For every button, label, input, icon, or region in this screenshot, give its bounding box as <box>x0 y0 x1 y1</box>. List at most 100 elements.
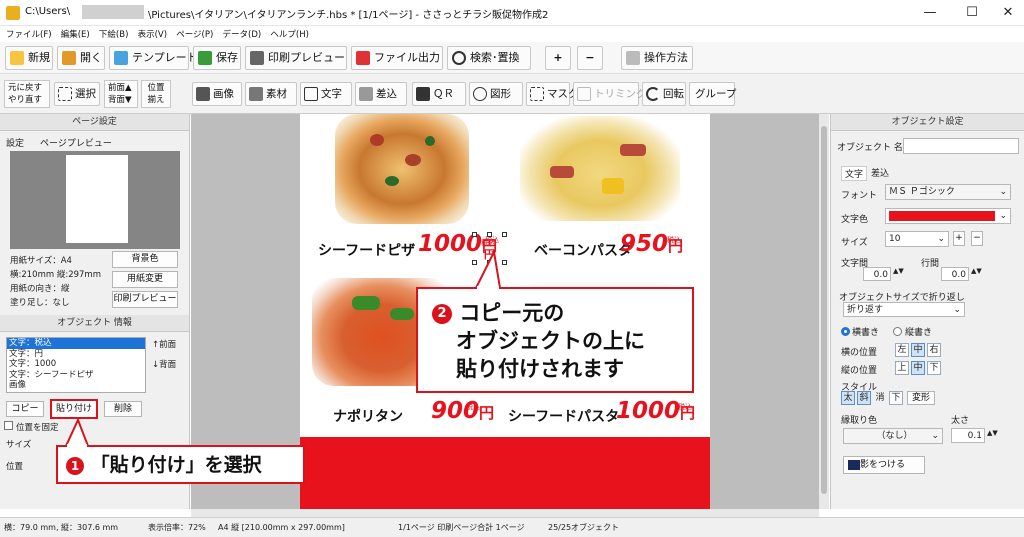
thickness-input[interactable]: 0.1 <box>951 428 985 443</box>
zoom-in-button[interactable]: + <box>545 46 571 70</box>
item1-name[interactable]: シーフードピザ <box>318 240 415 260</box>
menu-view[interactable]: 表示(V) <box>132 26 167 40</box>
underline-toggle[interactable]: 下 <box>889 391 903 405</box>
char-spacing-stepper[interactable]: ▲▼ <box>893 267 904 275</box>
strike-toggle[interactable]: 消 <box>873 391 887 405</box>
send-back-label[interactable]: 背面▼ <box>108 94 134 106</box>
line-spacing-input[interactable]: 0.0 <box>941 267 969 281</box>
menu-data[interactable]: データ(D) <box>217 26 262 40</box>
print-preview-small-button[interactable]: 印刷プレビュー <box>112 291 178 308</box>
horizontal-scrollbar[interactable] <box>191 509 819 517</box>
menu-file[interactable]: ファイル(F) <box>0 26 52 40</box>
wrap-select[interactable]: 折り返す ⌄ <box>843 302 965 317</box>
close-button[interactable]: ✕ <box>998 4 1018 22</box>
group-button[interactable]: グループ <box>689 82 736 106</box>
undo-redo-button[interactable]: 元に戻す やり直す <box>4 80 50 108</box>
char-spacing-input[interactable]: 0.0 <box>863 267 891 281</box>
rotate-button[interactable]: 回転 <box>642 82 686 106</box>
h-align-right[interactable]: 右 <box>927 343 941 357</box>
undo-label[interactable]: 元に戻す <box>8 82 46 94</box>
menu-underlay[interactable]: 下絵(B) <box>93 26 128 40</box>
transform-button[interactable]: 変形 <box>907 391 935 405</box>
item3-name[interactable]: ナポリタン <box>333 406 403 426</box>
image-button[interactable]: 画像 <box>192 82 242 106</box>
print-preview-button[interactable]: 印刷プレビュー <box>245 46 347 70</box>
save-button[interactable]: 保存 <box>193 46 241 70</box>
menu-edit[interactable]: 編集(E) <box>55 26 90 40</box>
file-output-button[interactable]: ファイル出力 <box>351 46 443 70</box>
resize-handle[interactable] <box>487 232 492 237</box>
outline-color-select[interactable]: （なし） ⌄ <box>843 428 943 444</box>
material-button[interactable]: 素材 <box>245 82 297 106</box>
tab-settings[interactable]: 設定 <box>6 136 24 149</box>
trim-button[interactable]: トリミング <box>573 82 647 106</box>
list-front-button[interactable]: ↑前面 <box>152 338 176 350</box>
h-align-center[interactable]: 中 <box>911 343 925 357</box>
h-align-left[interactable]: 左 <box>895 343 909 357</box>
size-increase-button[interactable]: + <box>953 231 965 246</box>
tab-page-preview[interactable]: ページプレビュー <box>40 136 112 149</box>
text-button[interactable]: 文字 <box>300 82 352 106</box>
template-button[interactable]: テンプレート <box>109 46 198 70</box>
minimize-button[interactable]: — <box>920 4 940 22</box>
line-spacing-stepper[interactable]: ▲▼ <box>971 267 982 275</box>
tab-text[interactable]: 文字 <box>841 166 868 181</box>
redo-label[interactable]: やり直す <box>8 94 46 106</box>
text-color-picker[interactable]: ⌄ <box>885 208 1011 224</box>
maximize-button[interactable]: ☐ <box>962 4 982 22</box>
v-align-bottom[interactable]: 下 <box>927 361 941 375</box>
tab-insert[interactable]: 差込 <box>871 166 889 179</box>
shadow-button[interactable]: 影をつける <box>843 456 925 474</box>
item2-tax[interactable]: 税込 <box>667 235 681 245</box>
list-item[interactable]: 画像 <box>7 380 145 391</box>
item3-tax[interactable]: 税込 <box>466 402 480 412</box>
resize-handle[interactable] <box>502 232 507 237</box>
howto-button[interactable]: 操作方法 <box>621 46 693 70</box>
menu-help[interactable]: ヘルプ(H) <box>264 26 309 40</box>
list-back-button[interactable]: ↓背面 <box>152 358 176 370</box>
italic-toggle[interactable]: 斜 <box>857 391 871 405</box>
v-align-top[interactable]: 上 <box>895 361 909 375</box>
object-list[interactable]: 文字：税込 文字：円 文字：1000 文字：シーフードピザ 画像 <box>6 337 146 393</box>
mask-button[interactable]: マスク <box>526 82 579 106</box>
size-decrease-button[interactable]: − <box>971 231 983 246</box>
select-button[interactable]: 選択 <box>54 82 100 106</box>
delete-button[interactable]: 削除 <box>104 401 142 417</box>
paste-button[interactable]: 貼り付け <box>50 399 98 419</box>
fix-position-checkbox[interactable] <box>4 421 13 430</box>
horizontal-radio[interactable] <box>841 327 850 336</box>
bold-toggle[interactable]: 太 <box>841 391 855 405</box>
list-item[interactable]: 文字：1000 <box>7 359 145 370</box>
list-item[interactable]: 文字：シーフードピザ <box>7 370 145 381</box>
resize-handle[interactable] <box>472 232 477 237</box>
copy-button[interactable]: コピー <box>6 401 44 417</box>
bring-front-label[interactable]: 前面▲ <box>108 82 134 94</box>
shape-button[interactable]: 図形 <box>469 82 523 106</box>
open-button[interactable]: 開く <box>57 46 105 70</box>
paper-change-button[interactable]: 用紙変更 <box>112 271 178 288</box>
list-item[interactable]: 文字：円 <box>7 349 145 360</box>
item4-tax[interactable]: 税込 <box>678 402 692 412</box>
insert-button[interactable]: 差込 <box>355 82 407 106</box>
vertical-radio[interactable] <box>893 327 902 336</box>
footer-red-band[interactable] <box>300 437 710 511</box>
list-item[interactable]: 文字：税込 <box>7 338 145 349</box>
align-button[interactable]: 位置 揃え <box>141 80 171 108</box>
seafood-pizza-image[interactable] <box>335 114 469 224</box>
qr-button[interactable]: ＱＲ <box>412 82 466 106</box>
size-select[interactable]: 10 ⌄ <box>885 231 949 247</box>
item2-name[interactable]: ベーコンパスタ <box>534 240 632 260</box>
item3-price[interactable]: 900円 <box>431 398 494 424</box>
search-replace-button[interactable]: 検索･置換 <box>447 46 531 70</box>
zoom-out-button[interactable]: − <box>577 46 603 70</box>
vertical-scrollbar[interactable] <box>819 114 829 509</box>
thickness-stepper[interactable]: ▲▼ <box>987 429 998 437</box>
v-align-middle[interactable]: 中 <box>911 361 925 375</box>
object-name-input[interactable] <box>903 138 1019 154</box>
bacon-pasta-image[interactable] <box>520 116 680 221</box>
front-back-button[interactable]: 前面▲ 背面▼ <box>104 80 138 108</box>
font-select[interactable]: ＭＳ Ｐゴシック ⌄ <box>885 184 1011 200</box>
new-button[interactable]: 新規 <box>5 46 53 70</box>
scrollbar-thumb[interactable] <box>821 126 827 494</box>
menu-page[interactable]: ページ(P) <box>170 26 213 40</box>
